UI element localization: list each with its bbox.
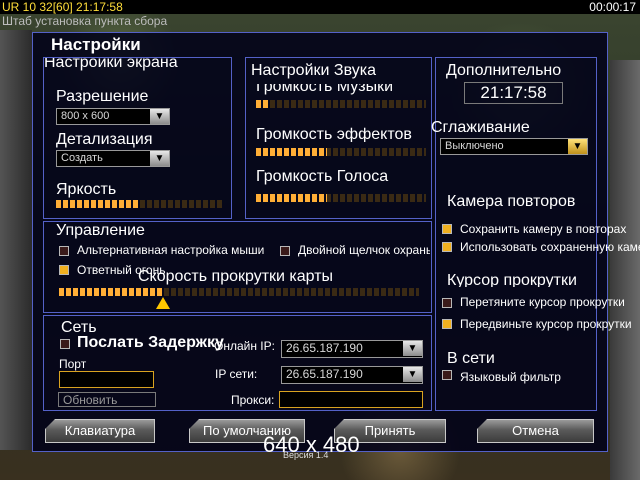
sound-panel: Настройки Звука Громкость Музыки Громкос… bbox=[245, 57, 432, 219]
right-side-frame bbox=[610, 60, 640, 480]
chevron-down-icon: ▼ bbox=[403, 341, 422, 356]
version-text: Версия 1.4 bbox=[283, 450, 329, 460]
cancel-button-label: Отмена bbox=[512, 423, 559, 438]
return-fire-checkbox[interactable] bbox=[59, 265, 69, 275]
keyboard-button[interactable]: Клавиатура bbox=[45, 419, 155, 443]
lan-ip-label: IP сети: bbox=[215, 367, 258, 381]
music-volume-label: Громкость Музыки bbox=[256, 84, 394, 95]
resolution-dropdown[interactable]: 800 x 600 ▼ bbox=[56, 108, 170, 125]
detail-value: Создать bbox=[61, 152, 103, 164]
online-ip-value: 26.65.187.190 bbox=[286, 341, 363, 355]
camera-header: Камера повторов bbox=[447, 193, 576, 209]
double-click-label: Двойной щелчок охраны bbox=[298, 243, 430, 257]
proxy-field[interactable] bbox=[279, 391, 423, 408]
effects-volume-label: Громкость эффектов bbox=[256, 126, 412, 142]
online-header: В сети bbox=[447, 350, 495, 367]
send-delay-checkbox[interactable] bbox=[60, 339, 70, 349]
brightness-slider[interactable] bbox=[56, 200, 224, 208]
use-camera-checkbox[interactable] bbox=[442, 242, 452, 252]
antialias-dropdown[interactable]: Выключено ▼ bbox=[440, 138, 588, 155]
chevron-down-icon: ▼ bbox=[150, 109, 169, 124]
brightness-fill bbox=[56, 200, 140, 208]
display-header: Настройки экрана bbox=[44, 58, 178, 71]
port-field[interactable] bbox=[59, 371, 154, 388]
chevron-down-icon: ▼ bbox=[568, 139, 587, 154]
cancel-button[interactable]: Отмена bbox=[477, 419, 594, 443]
extra-header: Дополнительно bbox=[446, 62, 562, 79]
cursor-header: Курсор прокрутки bbox=[447, 272, 577, 287]
move-cursor-label: Передвиньте курсор прокрутки bbox=[460, 317, 632, 331]
update-button-label: Обновить bbox=[63, 393, 118, 407]
scroll-speed-fill bbox=[59, 288, 163, 296]
effects-volume-fill bbox=[256, 148, 327, 156]
update-button[interactable]: Обновить bbox=[58, 392, 156, 407]
save-camera-label: Сохранить камеру в повторах bbox=[460, 222, 627, 236]
drag-cursor-label: Перетяните курсор прокрутки bbox=[460, 295, 625, 309]
use-camera-label: Использовать сохраненную камеру bbox=[460, 240, 640, 254]
accept-button-label: Принять bbox=[364, 423, 416, 438]
double-click-checkbox[interactable] bbox=[280, 246, 290, 256]
music-volume-slider[interactable] bbox=[256, 100, 426, 108]
brightness-label: Яркость bbox=[56, 181, 117, 198]
detail-dropdown[interactable]: Создать ▼ bbox=[56, 150, 170, 167]
alt-mouse-label: Альтернативная настройка мыши bbox=[77, 243, 265, 257]
left-side-frame bbox=[0, 30, 32, 450]
resolution-label: Разрешение bbox=[56, 88, 149, 105]
clock-display: 21:17:58 bbox=[464, 82, 563, 104]
drag-cursor-checkbox[interactable] bbox=[442, 298, 452, 308]
effects-volume-slider[interactable] bbox=[256, 148, 426, 156]
network-panel: Сеть Послать Задержку Порт Обновить Онла… bbox=[43, 315, 432, 411]
online-ip-dropdown[interactable]: 26.65.187.190 ▼ bbox=[281, 340, 423, 358]
send-delay-label: Послать Задержку bbox=[77, 334, 224, 351]
keyboard-button-label: Клавиатура bbox=[64, 423, 136, 438]
resolution-value: 800 x 600 bbox=[61, 110, 110, 122]
antialias-label: Сглаживание bbox=[431, 119, 530, 136]
voice-volume-slider[interactable] bbox=[256, 194, 426, 202]
game-timer: 00:00:17 bbox=[589, 0, 636, 14]
display-panel: Настройки экрана Разрешение 800 x 600 ▼ … bbox=[43, 57, 232, 219]
dialog-title: Настройки bbox=[51, 35, 141, 54]
game-status-text: UR 10 32[60] 21:17:58 bbox=[2, 0, 123, 14]
scroll-speed-slider[interactable] bbox=[59, 288, 419, 296]
scroll-speed-handle[interactable] bbox=[156, 297, 171, 309]
move-cursor-checkbox[interactable] bbox=[442, 319, 452, 329]
lan-ip-dropdown[interactable]: 26.65.187.190 ▼ bbox=[281, 366, 423, 384]
controls-panel: Управление Альтернативная настройка мыши… bbox=[43, 221, 432, 313]
hint-text: Штаб установка пункта сбора bbox=[2, 14, 168, 28]
save-camera-checkbox[interactable] bbox=[442, 224, 452, 234]
options-dialog: Настройки Настройки экрана Разрешение 80… bbox=[32, 32, 640, 452]
detail-label: Детализация bbox=[56, 131, 153, 148]
music-volume-fill bbox=[256, 100, 270, 108]
controls-header: Управление bbox=[56, 222, 145, 239]
scroll-speed-label: Скорость прокрутки карты bbox=[138, 268, 334, 285]
language-filter-checkbox[interactable] bbox=[442, 370, 452, 380]
alt-mouse-checkbox[interactable] bbox=[59, 246, 69, 256]
chevron-down-icon: ▼ bbox=[150, 151, 169, 166]
proxy-label: Прокси: bbox=[231, 393, 275, 407]
port-label: Порт bbox=[59, 357, 87, 371]
lan-ip-value: 26.65.187.190 bbox=[286, 367, 363, 381]
voice-volume-label: Громкость Голоса bbox=[256, 168, 389, 185]
sound-header: Настройки Звука bbox=[251, 62, 376, 79]
online-ip-label: Онлайн IP: bbox=[214, 339, 275, 353]
language-filter-label: Языковый фильтр bbox=[460, 370, 561, 384]
status-bar: UR 10 32[60] 21:17:58 00:00:17 bbox=[0, 0, 640, 14]
voice-volume-fill bbox=[256, 194, 327, 202]
chevron-down-icon: ▼ bbox=[403, 367, 422, 382]
antialias-value: Выключено bbox=[445, 140, 504, 152]
